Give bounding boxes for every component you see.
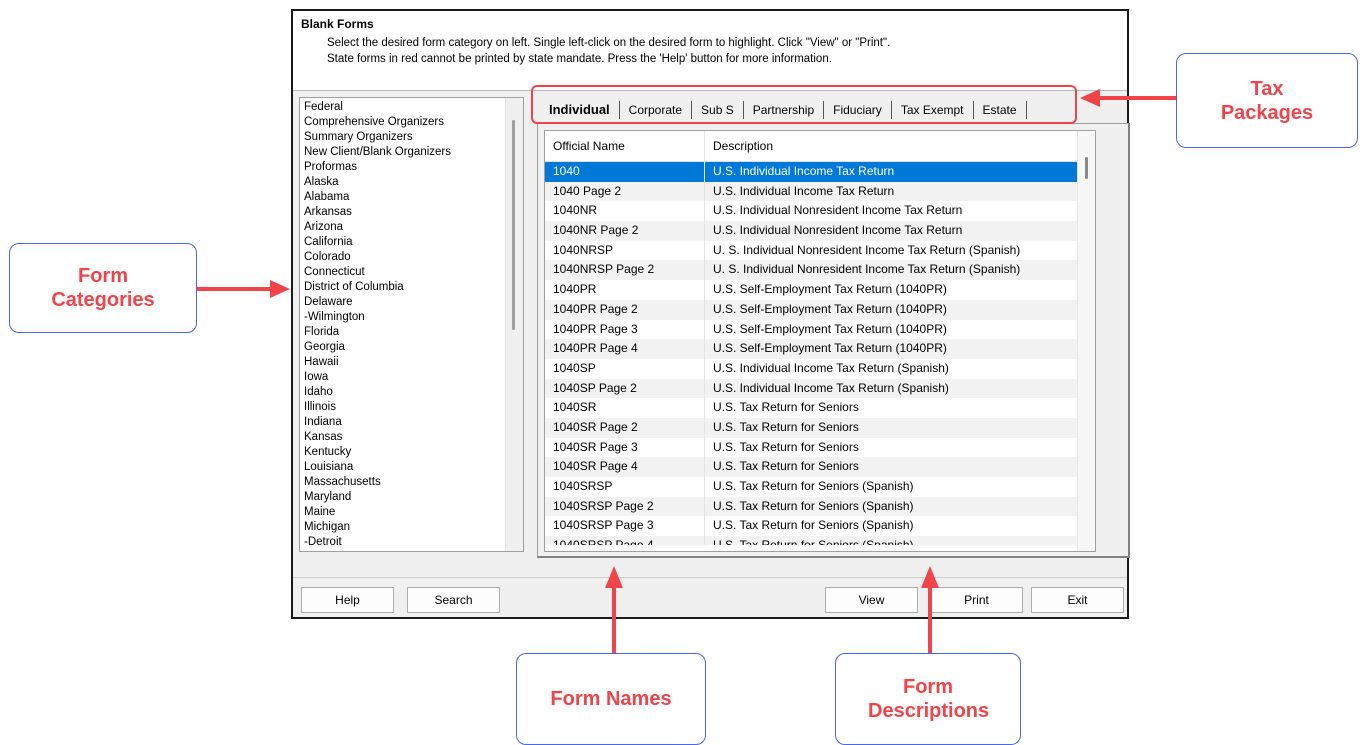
arrow-head-names xyxy=(605,566,623,588)
arrow-head-tabs xyxy=(1080,89,1100,107)
arrow-head-categories xyxy=(270,280,290,298)
annotation-arrows xyxy=(197,89,1176,653)
arrow-head-descriptions xyxy=(921,566,939,588)
